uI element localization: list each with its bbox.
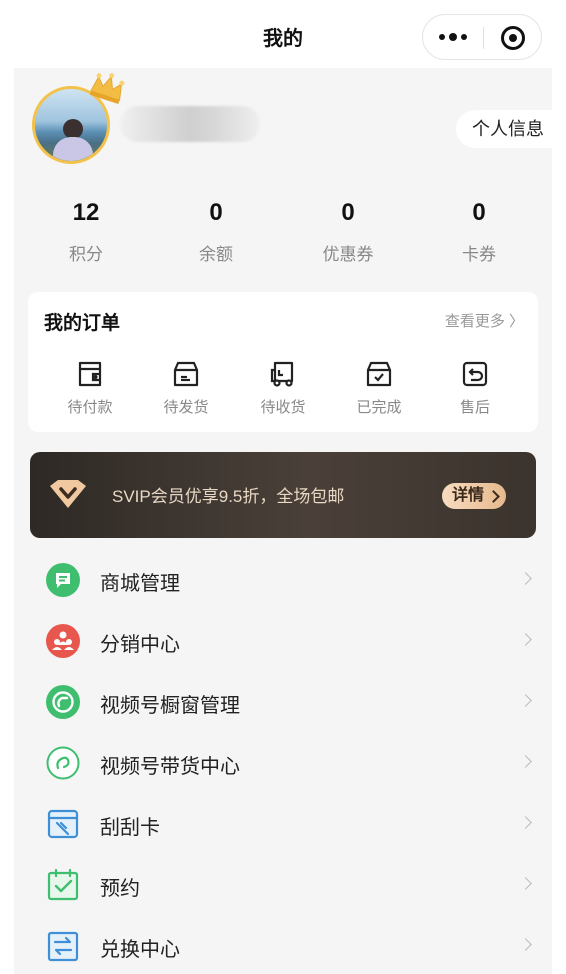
stat-value: 0 bbox=[209, 199, 223, 226]
svip-promo-text: SVIP会员优享9.5折，全场包邮 bbox=[112, 487, 345, 506]
menu-item-video-sales[interactable]: 视频号带货中心 bbox=[14, 732, 552, 793]
video-sales-icon bbox=[46, 746, 80, 780]
menu-item-label: 预约 bbox=[100, 878, 140, 900]
chevron-right-icon bbox=[519, 633, 532, 646]
order-item-label: 售后 bbox=[459, 399, 490, 416]
appointment-icon bbox=[47, 868, 79, 901]
menu-item-label: 视频号橱窗管理 bbox=[100, 695, 240, 717]
svip-v-icon bbox=[50, 480, 86, 508]
stat-coupons[interactable]: 0 优惠券 bbox=[288, 196, 408, 265]
stat-label: 积分 bbox=[69, 245, 103, 264]
chevron-right-icon bbox=[519, 572, 532, 585]
chevron-right-icon bbox=[519, 938, 532, 951]
distribution-icon bbox=[46, 624, 80, 658]
order-item-label: 已完成 bbox=[356, 399, 402, 416]
svip-banner[interactable]: SVIP会员优享9.5折，全场包邮 详情 bbox=[30, 452, 536, 538]
nickname-blurred bbox=[120, 106, 260, 142]
order-completed[interactable]: 已完成 bbox=[339, 358, 419, 417]
menu-item-label: 分销中心 bbox=[100, 634, 180, 656]
stats-row: 12 积分 0 余额 0 优惠券 0 卡券 bbox=[14, 196, 552, 276]
shop-manage-icon bbox=[46, 563, 80, 597]
menu-item-exchange[interactable]: 兑换中心 bbox=[14, 915, 552, 974]
box-check-icon bbox=[366, 361, 392, 387]
mini-program-capsule bbox=[422, 14, 542, 60]
menu-item-label: 商城管理 bbox=[100, 573, 180, 595]
order-after-sales[interactable]: 售后 bbox=[435, 358, 515, 417]
stat-label: 优惠券 bbox=[322, 245, 374, 264]
orders-card: 我的订单 查看更多 〉 待付款 待发货 待收货 已完成 售后 bbox=[28, 292, 538, 432]
menu-item-distribution[interactable]: 分销中心 bbox=[14, 610, 552, 671]
menu-item-label: 刮刮卡 bbox=[100, 817, 160, 839]
order-item-label: 待收货 bbox=[260, 399, 306, 416]
order-pending-shipment[interactable]: 待发货 bbox=[146, 358, 226, 417]
close-target-icon[interactable] bbox=[501, 26, 525, 50]
orders-title: 我的订单 bbox=[44, 313, 121, 334]
capsule-divider bbox=[483, 27, 484, 49]
stat-value: 0 bbox=[472, 199, 486, 226]
menu-item-scratch-card[interactable]: 刮刮卡 bbox=[14, 793, 552, 854]
stat-cards[interactable]: 0 卡券 bbox=[419, 196, 539, 265]
scratch-card-icon bbox=[47, 809, 79, 839]
menu-item-label: 视频号带货中心 bbox=[100, 756, 240, 778]
stat-balance[interactable]: 0 余额 bbox=[156, 196, 276, 265]
order-item-label: 待发货 bbox=[163, 399, 209, 416]
profile-info-button[interactable]: 个人信息 bbox=[456, 110, 552, 148]
video-window-icon bbox=[46, 685, 80, 719]
wallet-icon bbox=[78, 361, 102, 387]
truck-icon bbox=[270, 361, 294, 387]
top-nav-bar: 我的 bbox=[0, 0, 566, 70]
box-icon bbox=[173, 361, 199, 387]
chevron-right-icon bbox=[519, 877, 532, 890]
chevron-right-icon bbox=[519, 694, 532, 707]
orders-view-more-link[interactable]: 查看更多 〉 bbox=[445, 310, 524, 331]
chevron-right-icon bbox=[519, 816, 532, 829]
order-pending-payment[interactable]: 待付款 bbox=[50, 358, 130, 417]
order-pending-receipt[interactable]: 待收货 bbox=[243, 358, 323, 417]
stat-points[interactable]: 12 积分 bbox=[26, 196, 146, 265]
stat-label: 卡券 bbox=[462, 245, 496, 264]
menu-item-label: 兑换中心 bbox=[100, 939, 180, 961]
stat-label: 余额 bbox=[199, 245, 233, 264]
menu-item-video-window[interactable]: 视频号橱窗管理 bbox=[14, 671, 552, 732]
return-icon bbox=[462, 361, 488, 387]
order-item-label: 待付款 bbox=[67, 399, 113, 416]
menu-item-shop-management[interactable]: 商城管理 bbox=[14, 549, 552, 610]
profile-page: 个人信息 12 积分 0 余额 0 优惠券 0 卡券 我的订单 查看更多 〉 待… bbox=[14, 68, 552, 974]
chevron-right-icon bbox=[519, 755, 532, 768]
stat-value: 0 bbox=[341, 199, 355, 226]
exchange-icon bbox=[47, 931, 79, 962]
svip-detail-button[interactable]: 详情 bbox=[441, 483, 506, 509]
stat-value: 12 bbox=[72, 199, 100, 226]
more-options-icon[interactable] bbox=[423, 15, 483, 59]
menu-item-appointment[interactable]: 预约 bbox=[14, 854, 552, 915]
